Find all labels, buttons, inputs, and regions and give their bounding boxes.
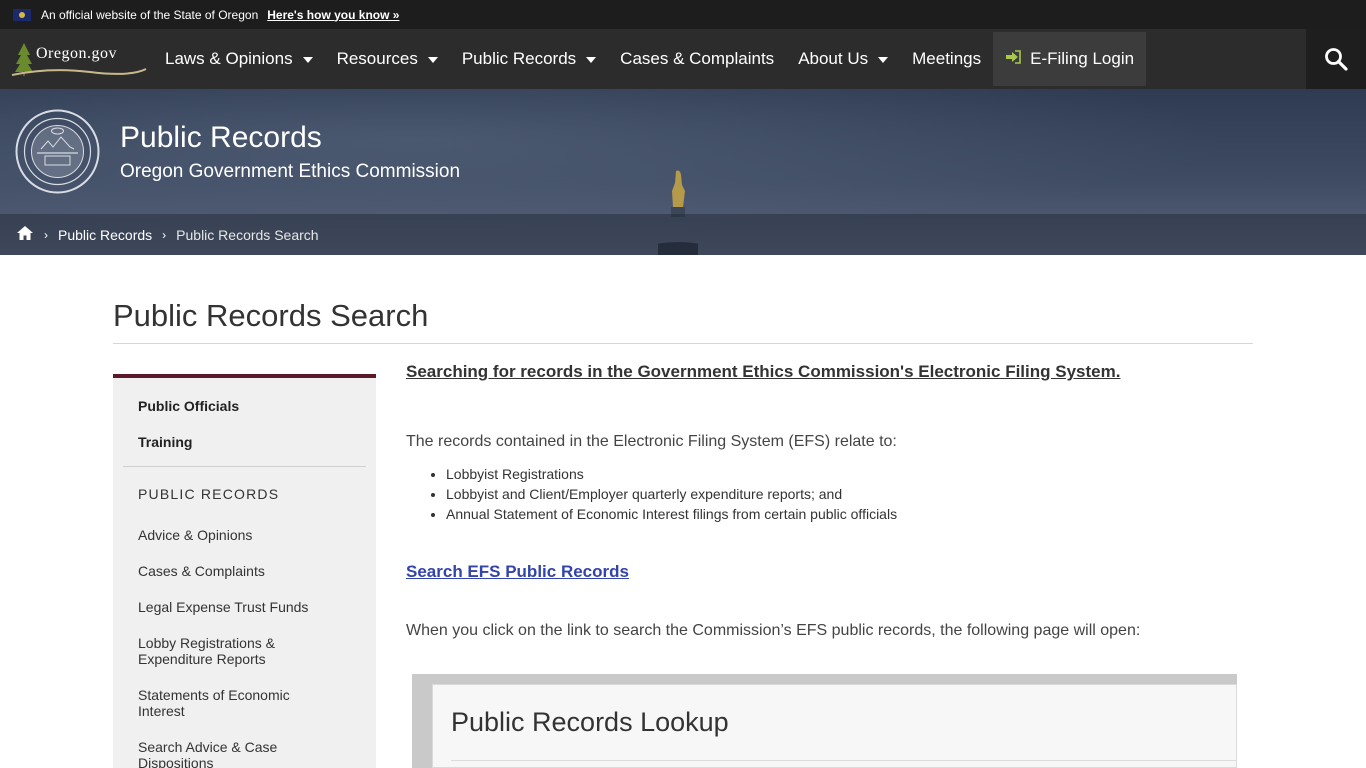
- efiling-login-button[interactable]: E-Filing Login: [993, 32, 1147, 86]
- official-site-banner: An official website of the State of Oreg…: [0, 0, 1366, 29]
- list-item: Lobbyist Registrations: [446, 464, 1246, 484]
- oregon-flag-icon: [13, 8, 31, 21]
- divider: [113, 343, 1253, 344]
- sign-in-icon: [1005, 49, 1021, 69]
- oregon-gov-logo[interactable]: Oregon.gov: [0, 29, 150, 89]
- sidebar-item-statements-economic-interest[interactable]: Statements of Economic Interest: [138, 687, 338, 719]
- chevron-down-icon: [586, 57, 597, 63]
- nav-item-label: Laws & Opinions: [165, 49, 293, 68]
- sidebar-heading-public-records[interactable]: PUBLIC RECORDS: [113, 467, 376, 502]
- public-records-lookup-screenshot: Public Records Lookup: [412, 674, 1237, 768]
- sidebar-item-training[interactable]: Training: [138, 434, 376, 450]
- nav-item-label: Cases & Complaints: [620, 49, 775, 68]
- sidebar-item-search-advice[interactable]: Search Advice & Case Dispositions: [138, 739, 338, 768]
- state-seal-icon: [15, 109, 100, 194]
- breadcrumb-public-records[interactable]: Public Records: [58, 227, 152, 243]
- efs-record-types-list: Lobbyist Registrations Lobbyist and Clie…: [406, 464, 1246, 524]
- lookup-screenshot-panel: Public Records Lookup: [432, 684, 1237, 768]
- svg-text:Oregon.gov: Oregon.gov: [36, 45, 117, 62]
- home-icon[interactable]: [16, 225, 34, 244]
- sidebar-nav: Public Officials Training PUBLIC RECORDS…: [113, 374, 376, 768]
- list-item: Lobbyist and Client/Employer quarterly e…: [446, 484, 1246, 504]
- hero-title: Public Records: [120, 121, 322, 154]
- nav-meetings[interactable]: Meetings: [900, 29, 993, 89]
- efs-followup-text: When you click on the link to search the…: [406, 622, 1141, 639]
- search-icon: [1325, 48, 1348, 71]
- efs-heading-link[interactable]: Searching for records in the Government …: [406, 362, 1246, 382]
- chevron-right-icon: ›: [44, 227, 48, 242]
- nav-item-label: Resources: [336, 49, 418, 68]
- nav-item-label: About Us: [798, 49, 869, 68]
- nav-about-us[interactable]: About Us: [786, 29, 900, 89]
- sidebar-item-public-officials[interactable]: Public Officials: [138, 398, 376, 414]
- breadcrumb: › Public Records › Public Records Search: [0, 214, 1366, 255]
- oregon-gov-logo-icon: Oregon.gov: [11, 43, 147, 76]
- chevron-down-icon: [878, 57, 889, 63]
- main-navbar: Oregon.gov Laws & Opinions Resources Pub…: [0, 29, 1366, 89]
- sidebar-item-lobby-registrations[interactable]: Lobby Registrations & Expenditure Report…: [138, 635, 338, 667]
- main-content: Searching for records in the Government …: [406, 362, 1246, 640]
- nav-resources[interactable]: Resources: [325, 29, 450, 89]
- lookup-screenshot-title: Public Records Lookup: [451, 707, 729, 737]
- chevron-down-icon: [427, 57, 438, 63]
- page-title: Public Records Search: [113, 298, 429, 333]
- nav-cases-complaints[interactable]: Cases & Complaints: [608, 29, 786, 89]
- search-efs-public-records-link[interactable]: Search EFS Public Records: [406, 562, 629, 582]
- nav-laws-opinions[interactable]: Laws & Opinions: [153, 29, 325, 89]
- chevron-down-icon: [302, 57, 313, 63]
- sidebar-item-legal-expense-trust-funds[interactable]: Legal Expense Trust Funds: [138, 599, 338, 615]
- sidebar-item-cases-complaints[interactable]: Cases & Complaints: [138, 563, 338, 579]
- official-site-text: An official website of the State of Oreg…: [41, 7, 259, 22]
- heres-how-you-know-link[interactable]: Here's how you know »: [267, 8, 399, 22]
- nav-public-records[interactable]: Public Records: [450, 29, 608, 89]
- nav-item-label: Meetings: [912, 49, 982, 68]
- site-search-button[interactable]: [1306, 29, 1366, 89]
- breadcrumb-current: Public Records Search: [176, 226, 319, 243]
- efiling-login-label: E-Filing Login: [1030, 49, 1135, 68]
- sidebar-item-advice-opinions[interactable]: Advice & Opinions: [138, 527, 338, 543]
- divider: [451, 760, 1236, 761]
- hero-subtitle: Oregon Government Ethics Commission: [120, 161, 461, 182]
- page-hero: Public Records Oregon Government Ethics …: [0, 89, 1366, 255]
- efs-intro-text: The records contained in the Electronic …: [406, 433, 897, 450]
- list-item: Annual Statement of Economic Interest fi…: [446, 504, 1246, 524]
- nav-item-label: Public Records: [461, 49, 577, 68]
- chevron-right-icon: ›: [162, 227, 167, 242]
